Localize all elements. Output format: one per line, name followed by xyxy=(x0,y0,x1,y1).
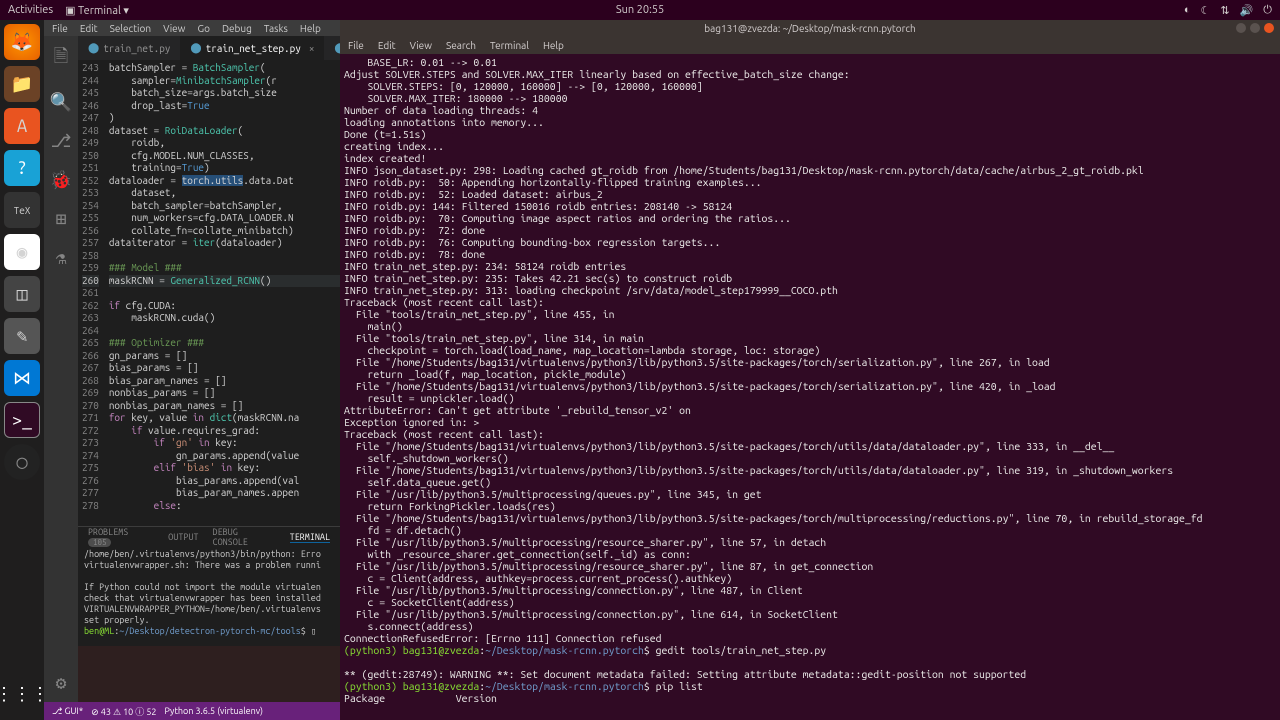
vscode-editor: ⬤train_net.py ⬤train_net_step.py× ⬤seria… xyxy=(78,36,340,526)
minimize-button[interactable] xyxy=(1236,23,1246,33)
terminal-titlebar[interactable]: bag131@zvezda: ~/Desktop/mask-rcnn.pytor… xyxy=(340,20,1280,36)
panel-tabs: PROBLEMS 105 OUTPUT DEBUG CONSOLE TERMIN… xyxy=(78,527,340,547)
vscode-panel: PROBLEMS 105 OUTPUT DEBUG CONSOLE TERMIN… xyxy=(78,526,340,646)
debug-icon[interactable]: 🐞 xyxy=(50,170,72,191)
dock-firefox[interactable]: 🦊 xyxy=(4,24,40,60)
vscode-menubar: File Edit Selection View Go Debug Tasks … xyxy=(44,20,340,36)
activities-button[interactable]: Activities xyxy=(8,4,53,16)
term-menu-terminal[interactable]: Terminal xyxy=(490,40,529,51)
term-menu-file[interactable]: File xyxy=(348,40,364,51)
status-python[interactable]: Python 3.6.5 (virtualenv) xyxy=(165,706,263,716)
dock-vscode[interactable]: ⋈ xyxy=(4,360,40,396)
menu-debug[interactable]: Debug xyxy=(222,23,252,34)
editor-tabs: ⬤train_net.py ⬤train_net_step.py× ⬤seria… xyxy=(78,36,340,60)
menu-edit[interactable]: Edit xyxy=(80,23,98,34)
app-menu[interactable]: ▣ Terminal ▾ xyxy=(65,4,129,17)
dock-obs[interactable]: ◯ xyxy=(4,444,40,480)
settings-icon[interactable]: ⚙ xyxy=(56,673,67,694)
extensions-icon[interactable]: ⊞ xyxy=(56,209,67,230)
dock-software[interactable]: A xyxy=(4,108,40,144)
dock-gedit[interactable]: ✎ xyxy=(4,318,40,354)
system-tray[interactable]: ◐ ☾ ⇅ 🔊 ⏻ xyxy=(1184,4,1272,17)
volume-icon[interactable]: 🔊 xyxy=(1240,4,1254,17)
menu-file[interactable]: File xyxy=(52,23,68,34)
term-menu-search[interactable]: Search xyxy=(446,40,476,51)
tab-output[interactable]: OUTPUT xyxy=(168,532,198,542)
dock-chrome[interactable]: ◉ xyxy=(4,234,40,270)
tab-problems[interactable]: PROBLEMS 105 xyxy=(88,527,154,547)
tab-train-net-step[interactable]: ⬤train_net_step.py× xyxy=(180,36,324,60)
term-menu-edit[interactable]: Edit xyxy=(378,40,396,51)
vscode-activity-bar: 🗎 🔍 ⎇ 🐞 ⊞ ⚗ ⚙ xyxy=(44,36,78,704)
tab-debug-console[interactable]: DEBUG CONSOLE xyxy=(213,527,276,547)
panel-terminal-body[interactable]: /home/ben/.virtualenvs/python3/bin/pytho… xyxy=(78,547,340,639)
close-icon[interactable]: × xyxy=(309,43,315,54)
term-menu-help[interactable]: Help xyxy=(543,40,564,51)
status-git[interactable]: ⎇ GUI* xyxy=(52,706,83,717)
network-icon[interactable]: ⇅ xyxy=(1220,4,1229,17)
power-icon[interactable]: ⏻ xyxy=(1263,4,1272,17)
line-gutter[interactable]: 2432442452462472482492502512522532542552… xyxy=(78,60,105,526)
dock-app1[interactable]: ◫ xyxy=(4,276,40,312)
dock-texstudio[interactable]: TeX xyxy=(4,192,40,228)
maximize-button[interactable] xyxy=(1250,23,1260,33)
gnome-top-bar: Activities ▣ Terminal ▾ Sun 20:55 ◐ ☾ ⇅ … xyxy=(0,0,1280,20)
dock-files[interactable]: 📁 xyxy=(4,66,40,102)
tab-terminal[interactable]: TERMINAL xyxy=(290,532,330,543)
terminal-title: bag131@zvezda: ~/Desktop/mask-rcnn.pytor… xyxy=(704,23,916,34)
search-icon[interactable]: 🔍 xyxy=(50,92,72,113)
dock-terminal[interactable]: >_ xyxy=(4,402,40,438)
terminal-output[interactable]: BASE_LR: 0.01 --> 0.01 Adjust SOLVER.STE… xyxy=(340,54,1280,720)
menu-view[interactable]: View xyxy=(163,23,185,34)
dock-show-apps[interactable]: ⋮⋮⋮ xyxy=(4,676,40,712)
test-icon[interactable]: ⚗ xyxy=(56,248,67,269)
status-problems[interactable]: ⊘ 43 ⚠ 10 ⓘ 52 xyxy=(91,705,156,718)
menu-tasks[interactable]: Tasks xyxy=(264,23,288,34)
dock-help[interactable]: ? xyxy=(4,150,40,186)
clock[interactable]: Sun 20:55 xyxy=(616,4,664,16)
menu-selection[interactable]: Selection xyxy=(110,23,151,34)
menu-go[interactable]: Go xyxy=(197,23,209,34)
terminal-menubar: File Edit View Search Terminal Help xyxy=(340,36,1280,54)
term-menu-view[interactable]: View xyxy=(410,40,432,51)
ubuntu-dock: 🦊 📁 A ? TeX ◉ ◫ ✎ ⋈ >_ ◯ ⋮⋮⋮ xyxy=(0,20,44,720)
vscode-status-bar: ⎇ GUI* ⊘ 43 ⚠ 10 ⓘ 52 Python 3.6.5 (virt… xyxy=(44,702,340,720)
explorer-icon[interactable]: 🗎 xyxy=(54,44,68,74)
close-button[interactable] xyxy=(1264,23,1274,33)
git-icon[interactable]: ⎇ xyxy=(51,131,72,152)
tab-train-net[interactable]: ⬤train_net.py xyxy=(78,36,180,60)
menu-help[interactable]: Help xyxy=(300,23,321,34)
tray-icon[interactable]: ◐ xyxy=(1184,4,1191,16)
code-content[interactable]: batchSampler = BatchSampler( sampler=Min… xyxy=(105,60,340,526)
night-icon[interactable]: ☾ xyxy=(1201,4,1211,17)
